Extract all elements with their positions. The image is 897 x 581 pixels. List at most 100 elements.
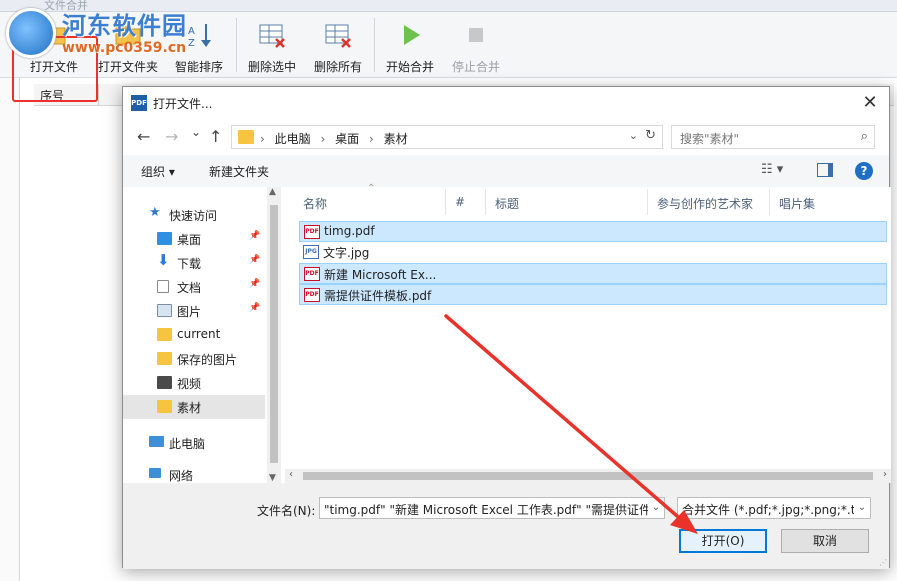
sidebar-item-this-pc[interactable]: 此电脑	[123, 431, 265, 455]
breadcrumb-this-pc[interactable]: 此电脑	[275, 132, 311, 146]
chevron-down-icon[interactable]: ⌄	[854, 498, 870, 518]
watermark: 河东软件园 www.pc0359.cn	[0, 0, 210, 62]
filename-label: 文件名(N):	[257, 504, 316, 518]
start-merge-button[interactable]: 开始合并	[382, 12, 438, 78]
sidebar-item-desktop[interactable]: 桌面 📌	[123, 227, 265, 251]
image-file-icon: JPG	[303, 245, 319, 259]
delete-selected-button[interactable]: 删除选中	[244, 12, 300, 78]
list-item[interactable]: JPG 文字.jpg	[299, 242, 887, 263]
sidebar-item-label: 视频	[177, 377, 202, 391]
breadcrumb-desktop[interactable]: 桌面	[335, 132, 359, 146]
sidebar-item-current[interactable]: current	[123, 323, 265, 347]
network-icon	[149, 468, 161, 478]
sidebar-item-pictures[interactable]: 图片 📌	[123, 299, 265, 323]
up-arrow-icon[interactable]: ↑	[209, 127, 222, 146]
column-artist[interactable]: 参与创作的艺术家	[657, 195, 753, 212]
delete-selected-label: 删除选中	[247, 60, 296, 74]
search-input[interactable]: 搜索"素材" ⌕	[671, 125, 875, 149]
toolbar-separator	[374, 18, 375, 72]
document-icon	[157, 280, 169, 293]
address-dropdown-chevron-icon[interactable]: ⌄	[629, 129, 638, 142]
delete-all-label: 删除所有	[313, 60, 362, 74]
breadcrumb: › 此电脑 › 桌面 › 素材	[260, 130, 414, 147]
desktop-icon	[157, 232, 172, 245]
file-list-header: ⌃ 名称 # 标题 参与创作的艺术家 唱片集	[285, 183, 891, 217]
file-type-select[interactable]: 合并文件 (*.pdf;*.jpg;*.png;*.t ⌄	[677, 497, 871, 519]
start-merge-label: 开始合并	[385, 60, 434, 74]
recent-locations-chevron-icon[interactable]: ⌄	[191, 125, 201, 139]
dialog-command-bar: 组织 ▾ 新建文件夹 ☷ ▾ ?	[123, 155, 889, 187]
delete-all-icon	[323, 20, 353, 50]
file-name: 需提供证件模板.pdf	[324, 289, 432, 303]
scroll-left-icon[interactable]: ‹	[289, 469, 293, 480]
column-separator	[445, 189, 446, 215]
column-separator	[769, 189, 770, 215]
scrollbar-thumb[interactable]	[270, 205, 278, 463]
sidebar-item-quick-access[interactable]: ★ 快速访问	[123, 203, 265, 227]
open-button[interactable]: 打开(O)	[679, 529, 767, 553]
back-arrow-icon[interactable]: ←	[137, 127, 150, 146]
pdf-file-icon: PDF	[304, 288, 320, 302]
sidebar-item-material[interactable]: 素材	[123, 395, 265, 419]
column-album[interactable]: 唱片集	[779, 195, 815, 212]
watermark-url: www.pc0359.cn	[62, 40, 187, 56]
scroll-down-icon[interactable]: ▼	[269, 473, 276, 483]
dialog-navbar: ← → ⌄ ↑ › 此电脑 › 桌面 › 素材 ⌄ ↻ 搜索"素材" ⌕	[123, 119, 889, 155]
scroll-up-icon[interactable]: ▲	[269, 187, 276, 197]
column-name[interactable]: 名称	[303, 195, 327, 212]
watermark-logo-icon	[6, 8, 56, 58]
cancel-button[interactable]: 取消	[781, 529, 869, 553]
sidebar-item-videos[interactable]: 视频	[123, 371, 265, 395]
sidebar-item-label: 下载	[177, 257, 202, 271]
folder-icon	[157, 328, 172, 341]
chevron-down-icon[interactable]: ⌄	[648, 498, 664, 518]
column-separator	[98, 84, 99, 106]
folder-icon	[157, 400, 172, 413]
sidebar-item-label: 图片	[177, 305, 202, 319]
pdf-file-icon: PDF	[304, 267, 320, 281]
preview-pane-icon[interactable]	[817, 163, 833, 177]
close-icon[interactable]: ✕	[859, 92, 881, 114]
stop-merge-button[interactable]: 停止合并	[448, 12, 504, 78]
breadcrumb-material[interactable]: 素材	[384, 132, 408, 146]
forward-arrow-icon[interactable]: →	[165, 127, 178, 146]
column-separator	[485, 189, 486, 215]
dialog-title: 打开文件...	[153, 97, 213, 111]
new-folder-button[interactable]: 新建文件夹	[209, 163, 269, 180]
list-item[interactable]: PDF 新建 Microsoft Ex...	[299, 263, 887, 284]
dialog-titlebar: PDF 打开文件... ✕	[123, 87, 889, 119]
file-name: 文字.jpg	[323, 246, 370, 260]
pin-icon: 📌	[249, 303, 261, 313]
file-type-value: 合并文件 (*.pdf;*.jpg;*.png;*.t	[682, 503, 856, 517]
file-list-horizontal-scrollbar[interactable]: ‹ ›	[285, 469, 891, 483]
pdf-file-icon: PDF	[304, 225, 320, 239]
column-number[interactable]: #	[455, 195, 465, 209]
delete-all-button[interactable]: 删除所有	[310, 12, 366, 78]
organize-button[interactable]: 组织 ▾	[141, 163, 175, 180]
list-item[interactable]: PDF timg.pdf	[299, 221, 887, 242]
file-name: 新建 Microsoft Ex...	[324, 268, 437, 282]
sidebar-item-label: current	[177, 327, 221, 341]
scroll-right-icon[interactable]: ›	[883, 469, 887, 480]
stop-merge-label: 停止合并	[451, 60, 500, 74]
breadcrumb-separator: ›	[260, 132, 265, 146]
resize-grip-icon[interactable]: ⋰	[879, 558, 887, 567]
download-icon: ⬇	[157, 251, 170, 269]
address-bar[interactable]: › 此电脑 › 桌面 › 素材 ⌄ ↻	[231, 125, 663, 149]
picture-icon	[157, 304, 172, 317]
column-title[interactable]: 标题	[495, 195, 519, 212]
pin-icon: 📌	[249, 279, 261, 289]
view-options-icon[interactable]: ☷ ▾	[761, 162, 783, 177]
sidebar-item-documents[interactable]: 文档 📌	[123, 275, 265, 299]
filename-field[interactable]: "timg.pdf" "新建 Microsoft Excel 工作表.pdf" …	[319, 497, 665, 519]
stop-icon	[461, 20, 491, 50]
navigation-pane-scrollbar[interactable]: ▲ ▼	[267, 187, 281, 483]
scrollbar-thumb[interactable]	[303, 472, 873, 480]
list-item[interactable]: PDF 需提供证件模板.pdf	[299, 284, 887, 305]
play-icon	[395, 20, 425, 50]
refresh-icon[interactable]: ↻	[645, 128, 656, 143]
sidebar-item-saved-pictures[interactable]: 保存的图片	[123, 347, 265, 371]
help-icon[interactable]: ?	[855, 162, 873, 180]
delete-selected-icon	[257, 20, 287, 50]
sidebar-item-downloads[interactable]: ⬇ 下载 📌	[123, 251, 265, 275]
